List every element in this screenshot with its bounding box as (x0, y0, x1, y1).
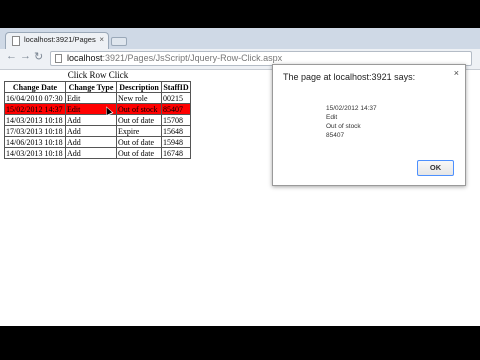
dialog-message-line: Edit (326, 114, 338, 121)
table-row[interactable]: 17/03/2013 10:18 Add Expire 15648 (4, 125, 191, 137)
reload-icon[interactable]: ↻ (34, 50, 43, 63)
dialog-close-icon[interactable]: × (454, 68, 459, 78)
cell-change-type: Edit (65, 92, 117, 104)
table-header-row: Change Date Change Type Description Staf… (4, 81, 191, 93)
changes-table: Change Date Change Type Description Staf… (4, 81, 191, 159)
cell-description: New role (116, 92, 162, 104)
cell-description: Expire (116, 125, 162, 137)
browser-tab[interactable]: localhost:3921/Pages/JsS × (5, 32, 109, 49)
cell-staff-id: 16748 (161, 147, 191, 159)
cell-change-date: 14/03/2013 10:18 (4, 147, 66, 159)
ok-button[interactable]: OK (417, 160, 454, 176)
dialog-message-line: 15/02/2012 14:37 (326, 105, 377, 112)
table-caption: Click Row Click (67, 70, 129, 80)
dialog-title: The page at localhost:3921 says: (283, 72, 416, 82)
dialog-message: 15/02/2012 14:37 Edit Out of stock 85407 (326, 104, 377, 140)
new-tab-button[interactable] (111, 37, 127, 46)
table-row-selected[interactable]: 15/02/2012 14:37 Edit Out of stock 85407 (4, 103, 191, 115)
dialog-message-line: 85407 (326, 132, 345, 139)
cell-change-type: Add (65, 136, 117, 148)
cell-change-date: 16/04/2010 07:30 (4, 92, 66, 104)
cell-change-type: Add (65, 114, 117, 126)
cell-change-type: Add (65, 125, 117, 137)
column-header-staff-id: StaffID (161, 81, 191, 93)
table-row[interactable]: 14/03/2013 10:18 Add Out of date 16748 (4, 147, 191, 159)
table-row[interactable]: 14/03/2013 10:18 Add Out of date 15708 (4, 114, 191, 126)
forward-arrow-icon[interactable]: → (20, 50, 31, 62)
cell-description: Out of date (116, 114, 162, 126)
page-favicon-icon (12, 36, 20, 46)
cell-change-date: 14/06/2013 10:18 (4, 136, 66, 148)
cell-change-date: 14/03/2013 10:18 (4, 114, 66, 126)
cell-staff-id: 15948 (161, 136, 191, 148)
cell-change-type: Add (65, 147, 117, 159)
dialog-message-line: Out of stock (326, 123, 361, 130)
cell-change-date: 15/02/2012 14:37 (4, 103, 66, 115)
cell-staff-id: 00215 (161, 92, 191, 104)
alert-dialog: × The page at localhost:3921 says: 15/02… (272, 64, 466, 186)
cell-staff-id: 15708 (161, 114, 191, 126)
back-arrow-icon[interactable]: ← (6, 50, 17, 62)
column-header-description: Description (116, 81, 162, 93)
column-header-change-type: Change Type (65, 81, 117, 93)
column-header-change-date: Change Date (4, 81, 66, 93)
cell-description: Out of date (116, 147, 162, 159)
tab-close-icon[interactable]: × (99, 35, 104, 44)
cell-change-date: 17/03/2013 10:18 (4, 125, 66, 137)
cell-description: Out of stock (116, 103, 162, 115)
url-text: localhost:3921/Pages/JsScript/Jquery-Row… (67, 53, 283, 63)
table-row[interactable]: 14/06/2013 10:18 Add Out of date 15948 (4, 136, 191, 148)
table-row[interactable]: 16/04/2010 07:30 Edit New role 00215 (4, 92, 191, 104)
cell-staff-id: 15648 (161, 125, 191, 137)
cell-description: Out of date (116, 136, 162, 148)
page-icon (55, 54, 62, 63)
cell-staff-id: 85407 (161, 103, 191, 115)
tab-title: localhost:3921/Pages/JsS (24, 35, 96, 44)
